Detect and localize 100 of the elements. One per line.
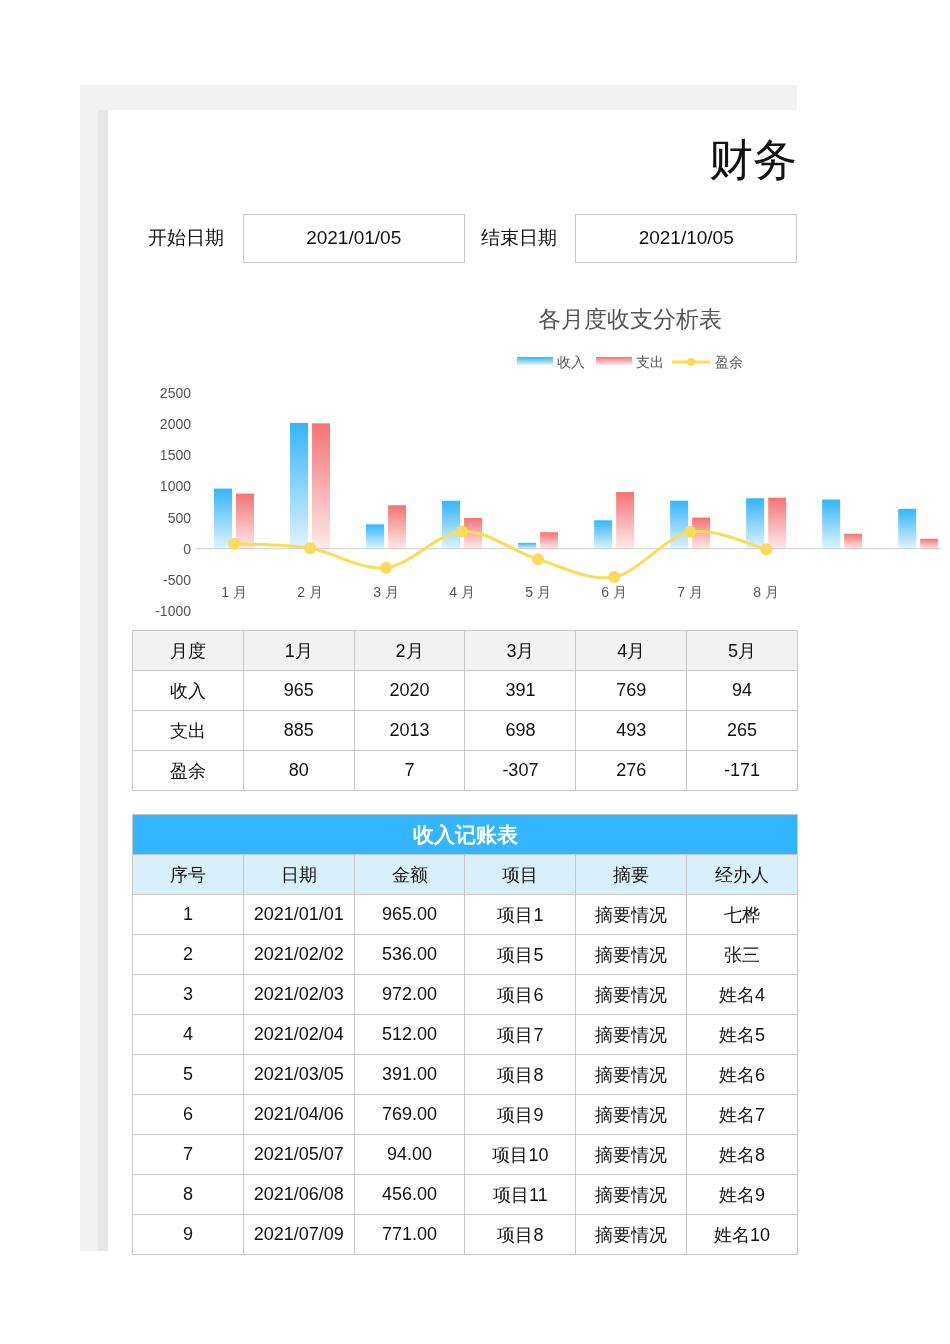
table-cell: 摘要情况 <box>575 1014 687 1055</box>
table-cell: 94.00 <box>354 1134 465 1175</box>
table-cell: 姓名5 <box>686 1014 798 1055</box>
table-cell: 摘要情况 <box>575 1054 687 1095</box>
table-cell: 项目11 <box>465 1174 576 1215</box>
table-cell: -171 <box>686 750 798 791</box>
table-cell: 项目6 <box>465 974 576 1015</box>
start-date-field[interactable]: 2021/01/05 <box>242 213 465 263</box>
table-cell: 5 <box>132 1054 244 1095</box>
table-cell: 七桦 <box>686 894 798 935</box>
table-cell: 收入 <box>132 670 244 711</box>
x-axis-label: 7 月 <box>677 584 703 600</box>
table-cell: 536.00 <box>354 934 465 975</box>
table-cell: 769.00 <box>354 1094 465 1135</box>
column-header: 摘要 <box>575 854 687 895</box>
table-cell: 项目9 <box>465 1094 576 1135</box>
column-header: 1月 <box>243 630 355 671</box>
bar <box>746 498 765 549</box>
y-axis-label: 2000 <box>159 416 191 433</box>
data-point <box>456 525 469 538</box>
y-axis-label: -500 <box>162 571 191 588</box>
x-axis-label: 8 月 <box>753 584 779 600</box>
data-point <box>380 561 393 574</box>
table-cell: 456.00 <box>354 1174 465 1215</box>
bar <box>540 532 559 549</box>
data-point <box>684 525 697 538</box>
table-cell: 摘要情况 <box>575 934 687 975</box>
legend-label: 支出 <box>636 354 664 370</box>
column-header: 3月 <box>465 630 576 671</box>
legend-line-icon <box>672 358 710 366</box>
y-axis-label: 2500 <box>159 385 191 401</box>
table-cell: 盈余 <box>132 750 244 791</box>
table-cell: 2021/05/07 <box>243 1134 355 1175</box>
legend-swatch-icon <box>596 357 632 365</box>
report-title: 财务 <box>709 134 797 186</box>
column-header: 5月 <box>686 630 798 671</box>
legend-swatch-icon <box>517 357 553 365</box>
column-header: 2月 <box>354 630 465 671</box>
table-cell: 391 <box>465 670 576 711</box>
table-cell: 698 <box>465 710 576 751</box>
x-axis-label: 3 月 <box>373 584 399 600</box>
table-cell: 项目7 <box>465 1014 576 1055</box>
bar <box>518 542 537 549</box>
end-date-label: 结束日期 <box>479 226 558 250</box>
table-cell: 391.00 <box>354 1054 465 1095</box>
table-cell: 摘要情况 <box>575 1134 687 1175</box>
y-axis-label: -1000 <box>155 603 191 619</box>
bar <box>388 505 407 549</box>
bar <box>920 538 939 549</box>
table-cell: 2021/02/04 <box>243 1014 355 1055</box>
x-axis-label: 1 月 <box>221 584 247 600</box>
legend-label: 收入 <box>557 354 585 370</box>
table-cell: 项目8 <box>465 1214 576 1255</box>
y-axis-label: 1000 <box>159 478 191 495</box>
table-cell: 摘要情况 <box>575 1174 687 1215</box>
table-cell: 姓名9 <box>686 1174 798 1215</box>
y-axis-label: 500 <box>167 509 191 526</box>
column-header: 经办人 <box>686 854 798 895</box>
table-cell: 摘要情况 <box>575 894 687 935</box>
bar <box>822 499 841 549</box>
table-cell: 771.00 <box>354 1214 465 1255</box>
table-cell: 姓名8 <box>686 1134 798 1175</box>
table-cell: 4 <box>132 1014 244 1055</box>
table-cell: 摘要情况 <box>575 974 687 1015</box>
data-point <box>608 571 621 583</box>
bar <box>214 488 232 549</box>
table-cell: 1 <box>132 894 244 935</box>
table-cell: 7 <box>132 1134 244 1175</box>
table-cell: 94 <box>686 670 798 711</box>
table-cell: 2021/02/03 <box>243 974 355 1015</box>
table-cell: -307 <box>465 750 576 791</box>
table-cell: 2020 <box>354 670 465 711</box>
table-cell: 项目8 <box>465 1054 576 1095</box>
table-cell: 2013 <box>354 710 465 751</box>
chart-title: 各月度收支分析表 <box>538 306 722 332</box>
table-cell: 姓名6 <box>686 1054 798 1095</box>
y-axis-label: 0 <box>183 540 191 557</box>
table-cell: 885 <box>243 710 355 751</box>
table-cell: 2021/06/08 <box>243 1174 355 1215</box>
start-date-label: 开始日期 <box>147 226 225 250</box>
legend-label: 盈余 <box>715 354 743 370</box>
table-title: 收入记账表 <box>132 814 798 855</box>
table-cell: 2021/07/09 <box>243 1214 355 1255</box>
table-cell: 80 <box>243 750 355 791</box>
table-cell: 2021/03/05 <box>243 1054 355 1095</box>
table-cell: 3 <box>132 974 244 1015</box>
data-point <box>760 543 773 556</box>
column-header: 金额 <box>354 854 465 895</box>
table-cell: 276 <box>575 750 687 791</box>
data-point <box>532 553 545 566</box>
table-cell: 项目5 <box>465 934 576 975</box>
table-cell: 2021/02/02 <box>243 934 355 975</box>
x-axis-label: 6 月 <box>601 584 627 600</box>
bar <box>442 500 461 549</box>
table-cell: 项目1 <box>465 894 576 935</box>
end-date-field[interactable]: 2021/10/05 <box>575 213 797 263</box>
table-cell: 支出 <box>132 710 244 751</box>
table-cell: 965.00 <box>354 894 465 935</box>
data-point <box>304 542 317 555</box>
table-cell: 512.00 <box>354 1014 465 1055</box>
